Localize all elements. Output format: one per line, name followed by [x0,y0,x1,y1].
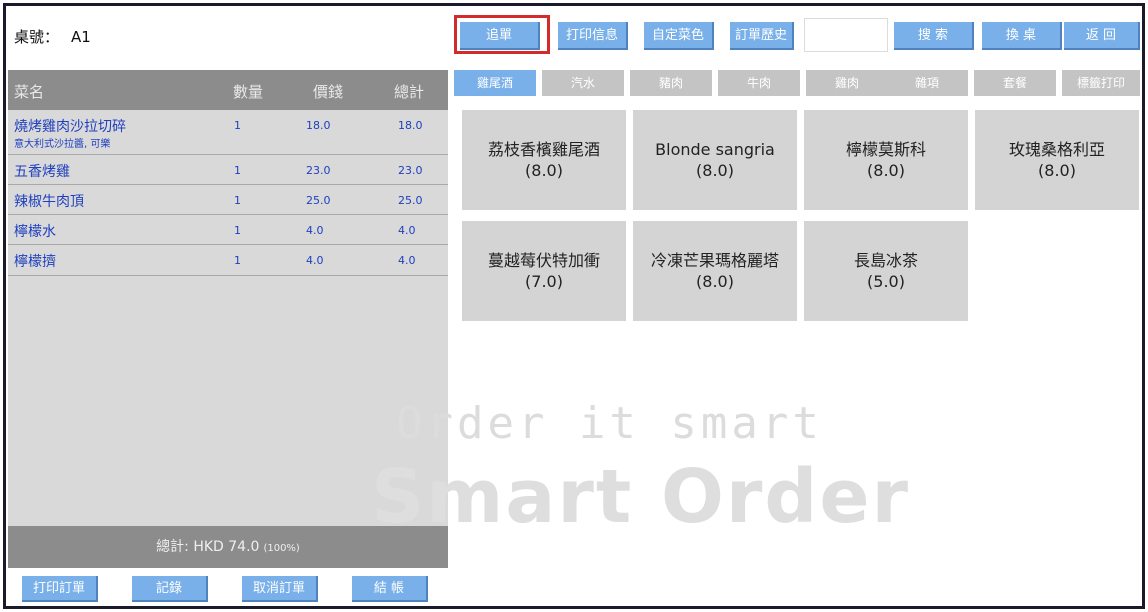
menu-item[interactable]: Blonde sangria (8.0) [633,110,797,210]
order-item-name: 檸檬水 [14,224,56,240]
menu-item-name: Blonde sangria [655,140,775,159]
menu-item-price: (8.0) [867,161,905,180]
menu-item[interactable]: 蔓越莓伏特加衝 (7.0) [462,221,626,321]
change-table-button[interactable]: 換 桌 [982,22,1062,50]
menu-item[interactable]: 冷凍芒果瑪格麗塔 (8.0) [633,221,797,321]
order-history-button[interactable]: 訂單歷史 [730,22,794,50]
order-row[interactable]: 檸檬水 1 4.0 4.0 [8,215,448,245]
watermark-slogan: Order it smart [396,398,823,449]
custom-dish-button[interactable]: 自定菜色 [644,22,714,50]
search-input[interactable] [804,18,888,52]
column-header-price: 價錢 [313,83,344,101]
search-button[interactable]: 搜 索 [894,22,974,50]
order-item-price: 18.0 [306,119,331,132]
menu-item-name: 荔枝香檳雞尾酒 [487,140,600,159]
order-item-price: 4.0 [306,254,324,267]
cancel-order-button[interactable]: 取消訂單 [242,576,318,602]
order-item-qty: 1 [234,254,241,267]
menu-item-price: (7.0) [525,272,563,291]
tab-set-meal[interactable]: 套餐 [974,70,1056,96]
menu-item-name: 玫瑰桑格利亞 [1008,140,1105,159]
menu-item-name: 冷凍芒果瑪格麗塔 [650,251,779,270]
order-item-qty: 1 [234,119,241,132]
order-total-percent: (100%) [263,543,300,554]
menu-item-name: 檸檬莫斯科 [845,140,926,159]
tab-misc[interactable]: 雜項 [886,70,968,96]
back-button[interactable]: 返 回 [1064,22,1140,50]
menu-item[interactable]: 荔枝香檳雞尾酒 (8.0) [462,110,626,210]
order-item-name: 辣椒牛肉頂 [14,194,84,210]
order-item-total: 4.0 [398,224,416,237]
order-item-qty: 1 [234,194,241,207]
menu-item[interactable]: 檸檬莫斯科 (8.0) [804,110,968,210]
order-row[interactable]: 檸檬擠 1 4.0 4.0 [8,245,448,276]
order-item-total: 4.0 [398,254,416,267]
print-order-button[interactable]: 打印訂單 [22,576,98,602]
order-item-name: 檸檬擠 [14,254,56,270]
tab-cocktail[interactable]: 雞尾酒 [454,70,536,96]
order-item-qty: 1 [234,164,241,177]
order-item-price: 25.0 [306,194,331,207]
watermark-logo: Smart Order [371,454,911,540]
menu-item-price: (5.0) [867,272,905,291]
tab-chicken[interactable]: 雞肉 [806,70,888,96]
order-item-total: 23.0 [398,164,423,177]
menu-item[interactable]: 玫瑰桑格利亞 (8.0) [975,110,1139,210]
order-item-total: 25.0 [398,194,423,207]
tab-soda[interactable]: 汽水 [542,70,624,96]
menu-item-name: 蔓越莓伏特加衝 [487,251,600,270]
order-item-note: 意大利式沙拉醬, 可樂 [14,139,111,150]
table-label: 桌號： [14,28,60,46]
selection-highlight [454,15,550,54]
menu-item-price: (8.0) [525,161,563,180]
table-number: 桌號： A1 [14,26,91,47]
order-item-name: 五香烤雞 [14,164,70,180]
tab-label-print[interactable]: 標籤打印 [1062,70,1140,96]
order-item-price: 23.0 [306,164,331,177]
tab-pork[interactable]: 豬肉 [630,70,712,96]
table-value: A1 [71,28,91,46]
menu-item-name: 長島冰茶 [853,251,918,270]
menu-item-price: (8.0) [696,272,734,291]
app-window: 桌號： A1 菜名 數量 價錢 總計 燒烤雞肉沙拉切碎 意大利式沙拉醬, 可樂 1… [3,3,1145,609]
bottom-action-bar: 打印訂單 記錄 取消訂單 結 帳 [8,568,448,606]
order-row[interactable]: 燒烤雞肉沙拉切碎 意大利式沙拉醬, 可樂 1 18.0 18.0 [8,110,448,155]
column-header-qty: 數量 [233,83,264,101]
menu-item-price: (8.0) [696,161,734,180]
records-button[interactable]: 記錄 [132,576,208,602]
print-info-button[interactable]: 打印信息 [558,22,628,50]
order-row[interactable]: 辣椒牛肉頂 1 25.0 25.0 [8,185,448,215]
tab-beef[interactable]: 牛肉 [718,70,800,96]
order-total: 總計: HKD 74.0 [156,539,260,555]
menu-item-price: (8.0) [1038,161,1076,180]
menu-item[interactable]: 長島冰茶 (5.0) [804,221,968,321]
order-item-price: 4.0 [306,224,324,237]
order-item-total: 18.0 [398,119,423,132]
order-table-header: 菜名 數量 價錢 總計 [8,70,448,110]
checkout-button[interactable]: 結 帳 [352,576,428,602]
column-header-total: 總計 [394,83,425,101]
order-item-name: 燒烤雞肉沙拉切碎 [14,119,126,135]
column-header-name: 菜名 [14,83,45,101]
order-row[interactable]: 五香烤雞 1 23.0 23.0 [8,155,448,185]
order-item-qty: 1 [234,224,241,237]
